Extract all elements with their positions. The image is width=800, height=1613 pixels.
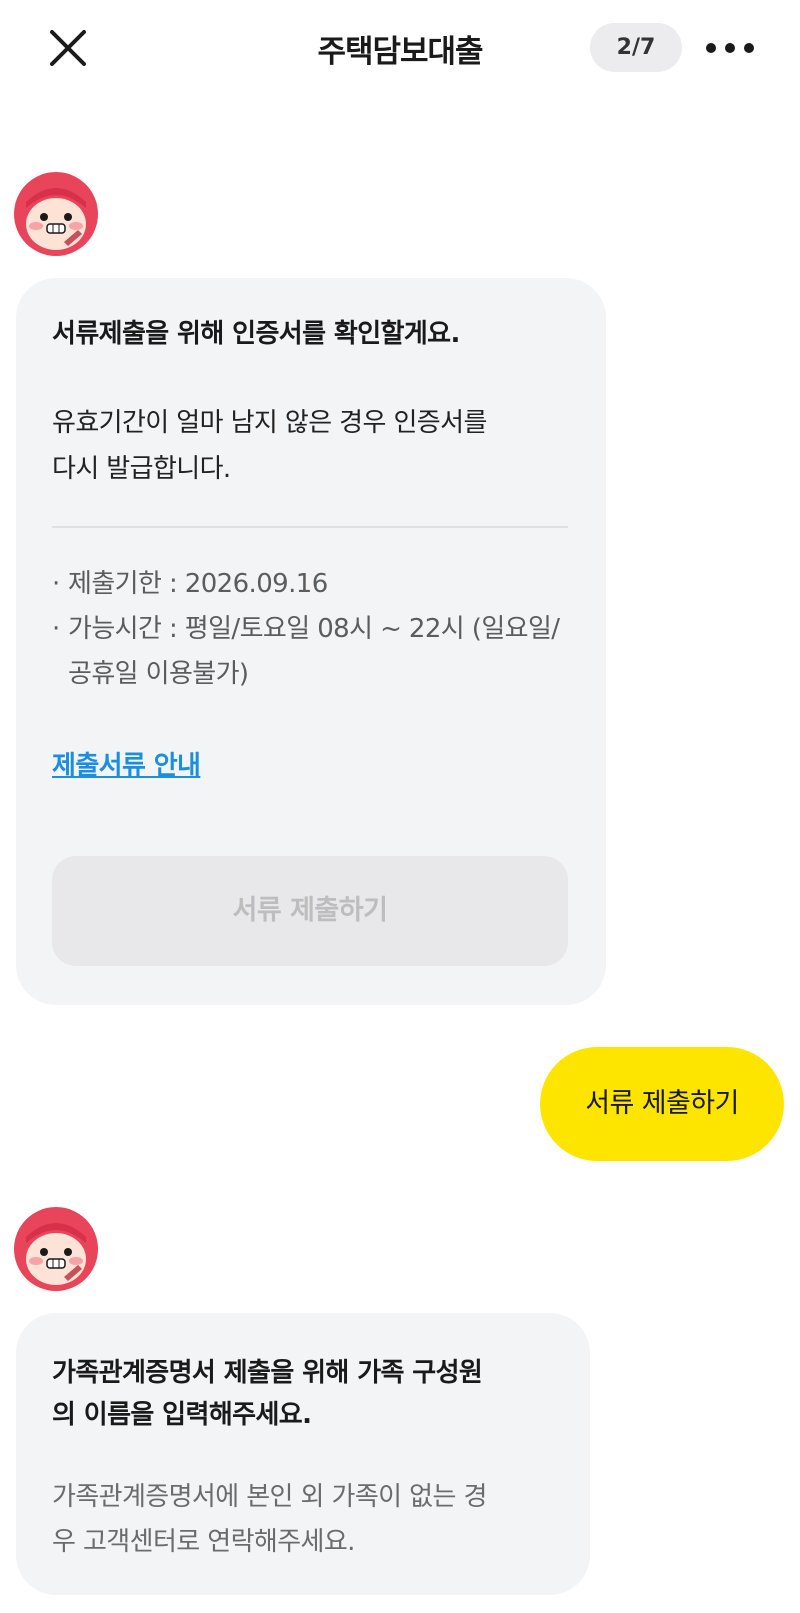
bot-avatar-icon [14,172,98,256]
message-body-line: 우 고객센터로 연락해주세요. [52,1527,355,1557]
message-body-line: 가족관계증명서에 본인 외 가족이 없는 경 [52,1482,487,1512]
bullet: · [52,614,60,644]
detail-item: · 제출기한 : 2026.09.16 [52,562,572,607]
submit-documents-button[interactable]: 서류 제출하기 [52,856,568,966]
available-time-text: 가능시간 : 평일/토요일 08시 ~ 22시 (일요일/공휴일 이용불가) [68,614,560,689]
message-body-line: 유효기간이 얼마 남지 않은 경우 인증서를 [52,408,487,438]
bullet: · [52,569,60,599]
more-button[interactable] [700,26,760,70]
detail-list: · 제출기한 : 2026.09.16 · 가능시간 : 평일/토요일 08시 … [52,562,572,697]
message-heading: 의 이름을 입력해주세요. [52,1400,312,1430]
bot-avatar-icon [14,1207,98,1291]
more-icon [706,43,716,53]
document-guide-link[interactable]: 제출서류 안내 [52,745,201,782]
step-badge: 2/7 [590,23,682,72]
message-heading: 가족관계증명서 제출을 위해 가족 구성원 [52,1358,483,1388]
deadline-text: 제출기한 : 2026.09.16 [68,569,328,599]
user-message-bubble: 서류 제출하기 [540,1047,784,1161]
divider [52,526,568,528]
detail-item: · 가능시간 : 평일/토요일 08시 ~ 22시 (일요일/공휴일 이용불가) [52,607,572,697]
message-body-line: 다시 발급합니다. [52,454,231,484]
top-bar: 주택담보대출 2/7 [0,0,800,96]
message-heading: 서류제출을 위해 인증서를 확인할게요. [52,319,460,349]
